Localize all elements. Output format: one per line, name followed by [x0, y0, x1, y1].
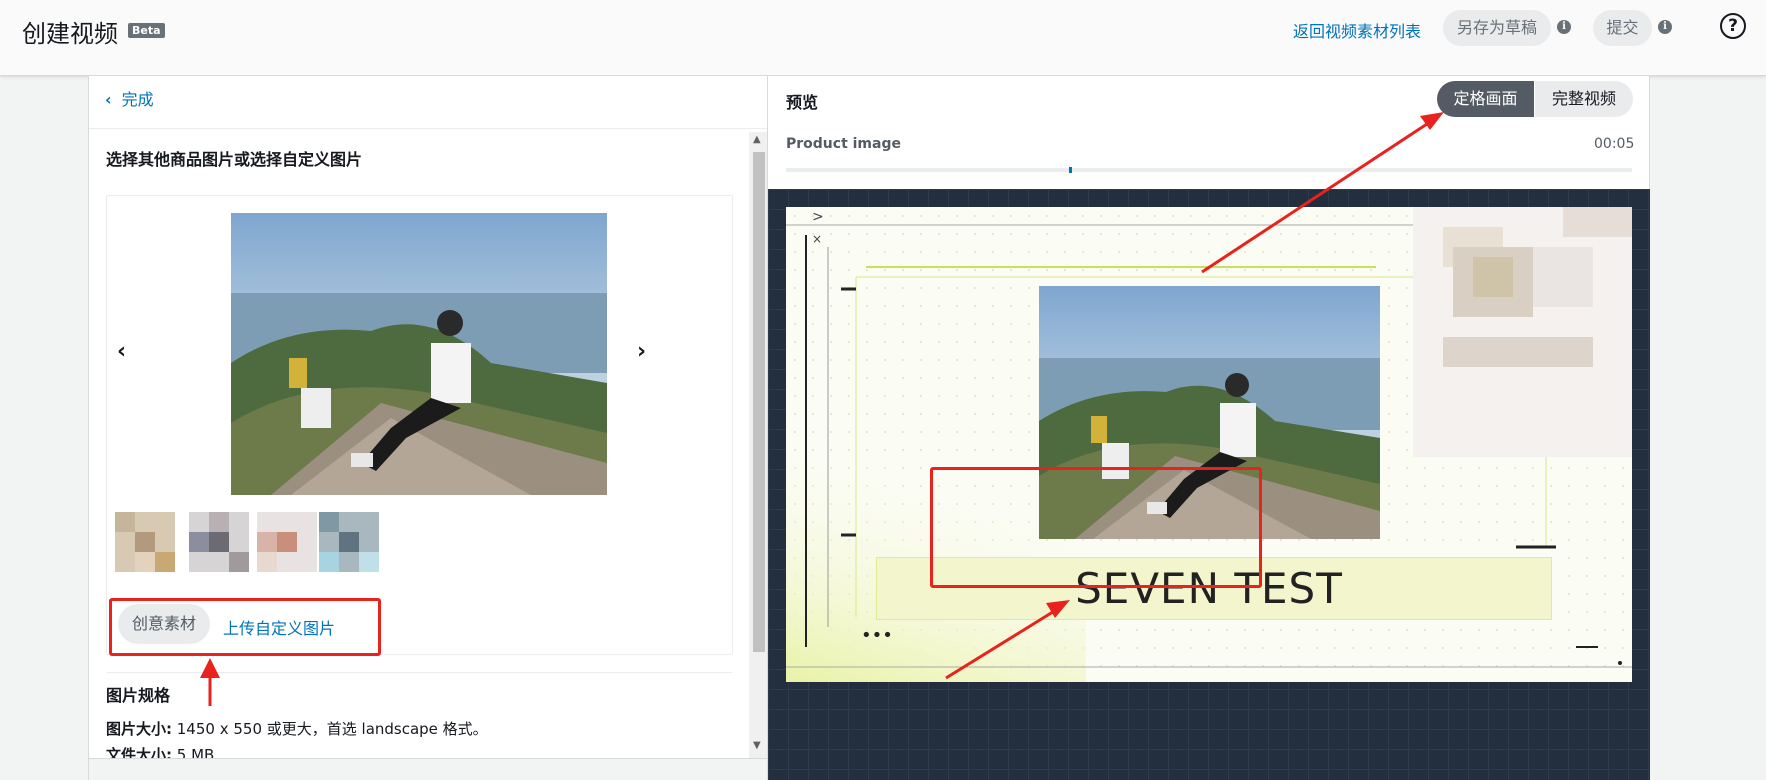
preview-title: 预览 — [786, 93, 819, 112]
info-icon[interactable]: i — [1557, 20, 1571, 34]
more-icon: ••• — [861, 625, 893, 646]
info-icon[interactable]: i — [1658, 20, 1672, 34]
done-label: 完成 — [121, 90, 154, 109]
blurred-logo-area — [1413, 207, 1632, 457]
submit-button[interactable]: 提交 — [1593, 10, 1652, 46]
svg-text:>: > — [812, 209, 824, 225]
spec-size-label: 图片大小: — [106, 720, 172, 738]
timeline-marker[interactable] — [1069, 167, 1072, 173]
thumbnail[interactable] — [189, 512, 249, 572]
svg-text:×: × — [812, 232, 822, 246]
thumbnail-strip — [107, 506, 387, 582]
scroll-up-icon[interactable]: ▲ — [753, 134, 761, 145]
timeline-bar[interactable] — [786, 167, 1632, 173]
thumbnail[interactable] — [319, 512, 379, 572]
annotation-box — [109, 598, 381, 656]
top-bar: 创建视频 Beta 返回视频素材列表 另存为草稿 i 提交 i ? — [0, 0, 1766, 76]
divider — [89, 128, 767, 129]
spec-size: 图片大小: 1450 x 550 或更大，首选 landscape 格式。 — [106, 718, 488, 739]
annotation-box — [930, 467, 1262, 588]
scroll-down-icon[interactable]: ▼ — [753, 740, 761, 751]
chevron-right-icon[interactable]: › — [637, 339, 646, 364]
help-icon[interactable]: ? — [1720, 13, 1746, 39]
image-carousel: ‹ › — [106, 195, 733, 673]
section-title: 选择其他商品图片或选择自定义图片 — [106, 150, 363, 169]
chevron-left-icon: ‹ — [105, 90, 112, 109]
chevron-left-icon[interactable]: ‹ — [117, 339, 126, 364]
beta-badge: Beta — [128, 23, 165, 38]
tab-freeze-frame[interactable]: 定格画面 — [1437, 81, 1534, 117]
spec-title: 图片规格 — [106, 686, 171, 705]
spec-size-value: 1450 x 550 或更大，首选 landscape 格式。 — [172, 720, 488, 738]
save-draft-button[interactable]: 另存为草稿 — [1443, 10, 1551, 46]
selected-product-image — [231, 213, 607, 495]
scrollbar-thumb[interactable] — [753, 152, 765, 652]
preview-panel: 预览 定格画面 完整视频 Product image 00:05 > × •••… — [768, 76, 1650, 780]
tab-full-video[interactable]: 完整视频 — [1535, 81, 1633, 117]
back-to-list-link[interactable]: 返回视频素材列表 — [1293, 18, 1421, 42]
thumbnail[interactable] — [115, 512, 175, 572]
panel-footer — [89, 758, 767, 780]
divider — [107, 672, 732, 673]
thumbnail[interactable] — [257, 512, 317, 572]
left-panel: ‹ 完成 选择其他商品图片或选择自定义图片 ‹ › 创意素材 上传自定义图片 图… — [88, 76, 768, 780]
time-readout: 00:05 — [1594, 136, 1635, 152]
preview-canvas: > × ••• SEVEN TEST — [786, 207, 1632, 682]
page-title: 创建视频 — [22, 20, 118, 48]
track-label: Product image — [786, 136, 901, 152]
done-link[interactable]: ‹ 完成 — [105, 86, 154, 110]
